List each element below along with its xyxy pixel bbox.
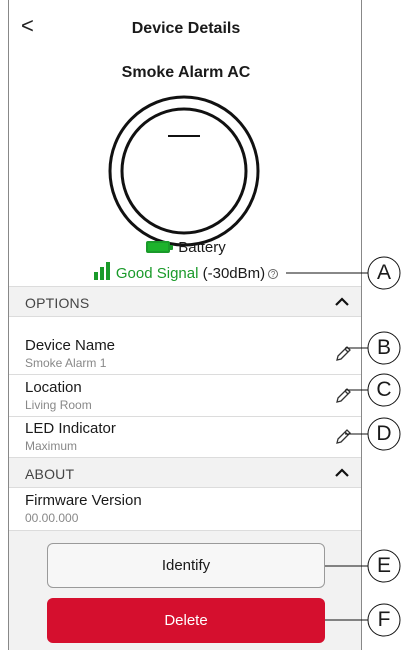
callout-c: C bbox=[376, 378, 392, 401]
options-header-label: OPTIONS bbox=[25, 295, 90, 311]
callout-a: A bbox=[376, 261, 391, 284]
smoke-alarm-image bbox=[108, 95, 260, 247]
callout-d: D bbox=[376, 422, 392, 445]
signal-status: Good Signal (-30dBm)? bbox=[9, 262, 361, 282]
option-location[interactable]: Location Living Room bbox=[9, 376, 361, 417]
chevron-up-icon[interactable] bbox=[333, 464, 351, 482]
about-value: 00.00.000 bbox=[25, 511, 79, 525]
pencil-icon[interactable] bbox=[333, 427, 353, 447]
option-value: Maximum bbox=[25, 439, 78, 453]
pencil-icon[interactable] bbox=[333, 386, 353, 406]
header: < Device Details bbox=[9, 0, 361, 60]
option-label: Location bbox=[25, 379, 82, 396]
option-value: Smoke Alarm 1 bbox=[25, 356, 107, 370]
battery-label: Battery bbox=[178, 239, 226, 256]
option-value: Living Room bbox=[25, 398, 92, 412]
about-header-label: ABOUT bbox=[25, 466, 75, 482]
signal-bars-icon bbox=[93, 262, 110, 280]
callout-b: B bbox=[376, 336, 391, 359]
chevron-up-icon[interactable] bbox=[333, 293, 351, 311]
option-label: LED Indicator bbox=[25, 420, 116, 437]
about-label: Firmware Version bbox=[25, 492, 142, 509]
option-device-name[interactable]: Device Name Smoke Alarm 1 bbox=[9, 334, 361, 375]
identify-button[interactable]: Identify bbox=[47, 543, 325, 588]
delete-button[interactable]: Delete bbox=[47, 598, 325, 643]
options-section-header[interactable]: OPTIONS bbox=[9, 286, 361, 317]
signal-strength: (-30dBm) bbox=[202, 265, 266, 282]
callout-f: F bbox=[377, 608, 391, 631]
about-section-header[interactable]: ABOUT bbox=[9, 457, 361, 488]
option-label: Device Name bbox=[25, 337, 116, 354]
battery-status: Battery bbox=[9, 239, 361, 256]
signal-quality: Good Signal bbox=[115, 265, 199, 282]
callout-e: E bbox=[376, 554, 391, 577]
about-firmware-version: Firmware Version 00.00.000 bbox=[9, 489, 361, 530]
help-icon[interactable]: ? bbox=[268, 269, 279, 279]
phone-screen: < Device Details Smoke Alarm AC Battery … bbox=[8, 0, 362, 650]
page-title: Device Details bbox=[131, 20, 241, 37]
option-led-indicator[interactable]: LED Indicator Maximum bbox=[9, 417, 361, 458]
device-name-heading: Smoke Alarm AC bbox=[121, 64, 251, 81]
pencil-icon[interactable] bbox=[333, 344, 353, 364]
battery-icon bbox=[146, 241, 174, 253]
